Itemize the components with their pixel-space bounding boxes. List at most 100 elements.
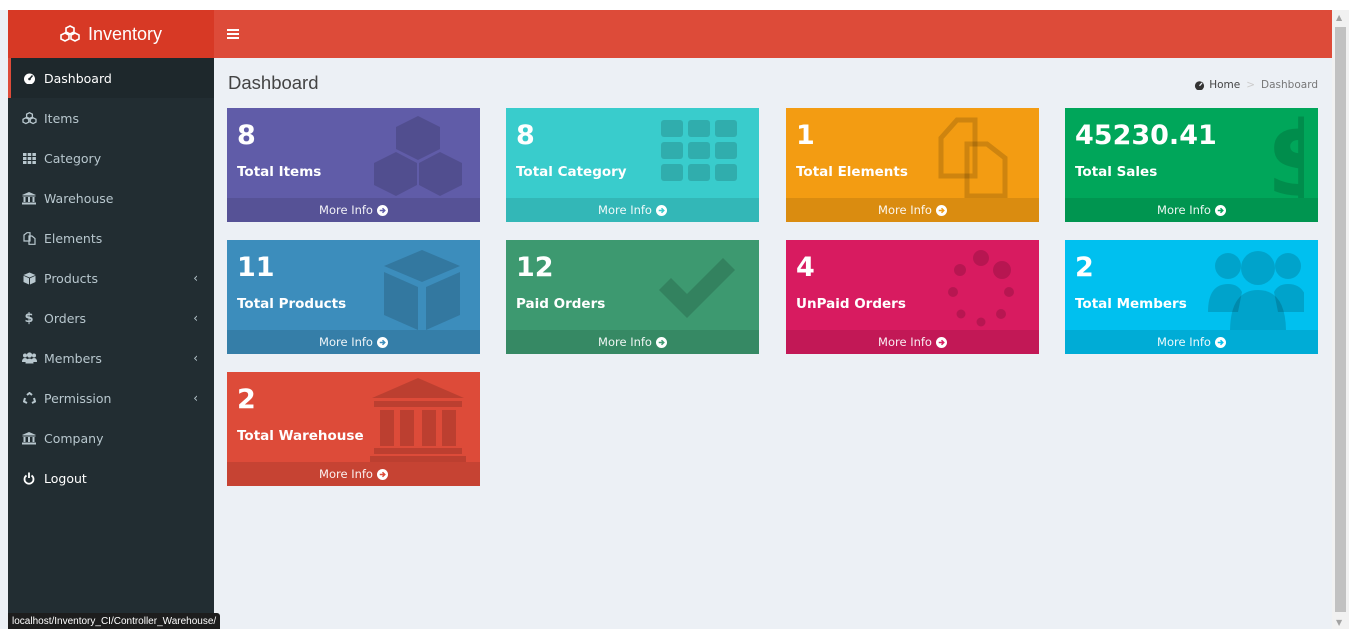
dollar-icon: $: [24, 310, 34, 326]
sidebar-item-elements[interactable]: Elements: [8, 218, 214, 258]
stat-card-paid-orders: 12 Paid Orders More Info: [506, 240, 759, 354]
sidebar-item-dashboard[interactable]: Dashboard: [8, 58, 214, 98]
stat-card-unpaid-orders: 4 UnPaid Orders More Info: [786, 240, 1039, 354]
sidebar-item-label: Company: [44, 430, 104, 446]
vertical-scrollbar[interactable]: ▲ ▼: [1332, 10, 1349, 629]
bank-icon: [21, 190, 37, 206]
sidebar-item-label: Logout: [44, 470, 87, 486]
more-info-link[interactable]: More Info: [786, 330, 1039, 354]
more-info-link[interactable]: More Info: [506, 330, 759, 354]
arrow-circle-right-icon: [376, 468, 388, 480]
bank-icon: [370, 378, 466, 462]
more-info-link[interactable]: More Info: [506, 198, 759, 222]
dashboard-icon: [1195, 81, 1205, 90]
more-info-label: More Info: [1157, 203, 1211, 217]
copy-icon: [938, 117, 1008, 198]
stat-value: 12: [516, 252, 554, 283]
scroll-up-arrow-icon[interactable]: ▲: [1336, 13, 1342, 22]
brand-name: Inventory: [87, 23, 163, 44]
more-info-link[interactable]: More Info: [1065, 330, 1318, 354]
sidebar: Dashboard Items Category Warehouse Eleme…: [8, 58, 214, 629]
stat-label: Total Warehouse: [237, 428, 364, 444]
more-info-link[interactable]: More Info: [786, 198, 1039, 222]
more-info-label: More Info: [319, 467, 373, 481]
dollar-icon: $: [1266, 114, 1304, 198]
more-info-label: More Info: [878, 203, 932, 217]
breadcrumb: Home > Dashboard: [1194, 79, 1318, 91]
recycle-icon: [21, 390, 37, 406]
sidebar-item-warehouse[interactable]: Warehouse: [8, 178, 214, 218]
more-info-label: More Info: [878, 335, 932, 349]
more-info-link[interactable]: More Info: [227, 462, 480, 486]
page-title: Dashboard: [228, 72, 319, 93]
more-info-label: More Info: [598, 203, 652, 217]
chevron-left-icon: ‹: [193, 311, 198, 325]
sidebar-item-logout[interactable]: Logout: [8, 458, 214, 498]
stat-label: UnPaid Orders: [796, 296, 906, 312]
check-icon: [659, 258, 735, 318]
stat-label: Total Products: [237, 296, 347, 312]
copy-icon: [21, 230, 37, 246]
sidebar-item-permission[interactable]: Permission ‹: [8, 378, 214, 418]
scrollbar-thumb[interactable]: [1335, 27, 1346, 612]
sidebar-item-orders[interactable]: $ Orders ‹: [8, 298, 214, 338]
stat-card-total-products: 11 Total Products More Info: [227, 240, 480, 354]
cube-icon: [21, 270, 37, 286]
cubes-icon: [21, 110, 37, 126]
chevron-left-icon: ‹: [193, 271, 198, 285]
sidebar-item-members[interactable]: Members ‹: [8, 338, 214, 378]
spinner-icon: [948, 250, 1014, 327]
grid-icon: [21, 150, 37, 166]
stat-value: 11: [237, 252, 275, 283]
stat-value: 4: [796, 252, 815, 283]
sidebar-item-label: Category: [44, 150, 102, 166]
stat-label: Paid Orders: [516, 296, 606, 312]
stat-card-total-elements: 1 Total Elements More Info: [786, 108, 1039, 222]
scroll-down-arrow-icon[interactable]: ▼: [1336, 618, 1342, 627]
stat-label: Total Category: [516, 164, 627, 180]
arrow-circle-right-icon: [935, 204, 947, 216]
stat-value: 8: [237, 120, 256, 151]
sidebar-item-products[interactable]: Products ‹: [8, 258, 214, 298]
stat-value: 45230.41: [1075, 120, 1217, 151]
sidebar-item-label: Products: [44, 270, 98, 286]
top-navbar: [214, 10, 1332, 58]
sidebar-item-company[interactable]: Company: [8, 418, 214, 458]
stat-card-total-items: 8 Total Items More Info: [227, 108, 480, 222]
more-info-link[interactable]: More Info: [227, 330, 480, 354]
window-top-edge: [0, 0, 1349, 10]
breadcrumb-home-link[interactable]: Home: [1209, 79, 1240, 91]
more-info-label: More Info: [598, 335, 652, 349]
sidebar-item-label: Permission: [44, 390, 112, 406]
arrow-circle-right-icon: [655, 204, 667, 216]
sidebar-item-label: Items: [44, 110, 79, 126]
sidebar-item-label: Dashboard: [44, 70, 112, 86]
arrow-circle-right-icon: [1214, 336, 1226, 348]
arrow-circle-right-icon: [935, 336, 947, 348]
stat-value: 1: [796, 120, 815, 151]
sidebar-item-items[interactable]: Items: [8, 98, 214, 138]
users-icon: [21, 350, 37, 366]
stat-label: Total Items: [237, 164, 322, 180]
stat-label: Total Elements: [796, 164, 908, 180]
stat-value: 2: [1075, 252, 1094, 283]
cubes-icon: [60, 25, 80, 42]
more-info-link[interactable]: More Info: [227, 198, 480, 222]
arrow-circle-right-icon: [655, 336, 667, 348]
breadcrumb-separator: >: [1246, 79, 1256, 91]
more-info-link[interactable]: More Info: [1065, 198, 1318, 222]
sidebar-item-category[interactable]: Category: [8, 138, 214, 178]
arrow-circle-right-icon: [376, 336, 388, 348]
brand-logo[interactable]: Inventory: [8, 10, 214, 58]
status-bar-url: localhost/Inventory_CI/Controller_Wareho…: [8, 613, 221, 629]
breadcrumb-current: Dashboard: [1261, 79, 1318, 91]
hamburger-menu-icon[interactable]: [226, 27, 240, 41]
stat-label: Total Members: [1075, 296, 1187, 312]
stat-card-total-warehouse: 2 Total Warehouse More Info: [227, 372, 480, 486]
arrow-circle-right-icon: [376, 204, 388, 216]
bank-icon: [21, 430, 37, 446]
users-icon: [1208, 251, 1304, 330]
cube-icon: [384, 250, 460, 330]
stat-card-total-category: 8 Total Category More Info: [506, 108, 759, 222]
more-info-label: More Info: [319, 203, 373, 217]
